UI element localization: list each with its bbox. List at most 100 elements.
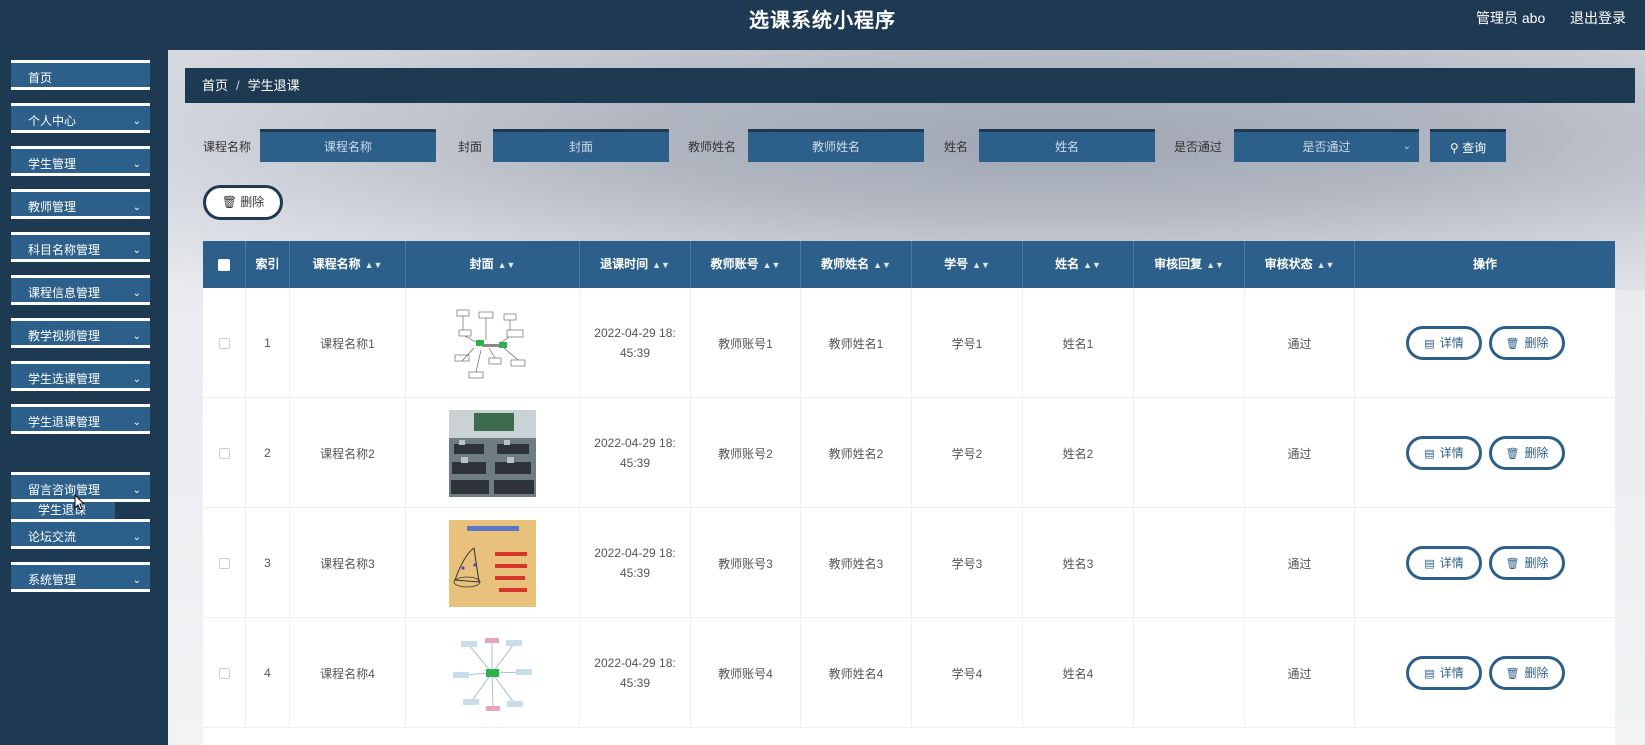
cover-cell <box>406 508 580 618</box>
header-teacher-name[interactable]: 教师姓名 ▲▼ <box>801 241 912 288</box>
delete-button[interactable]: 🗑 删除 <box>1489 546 1565 580</box>
sidebar-item-subject-management[interactable]: 科目名称管理 ⌄ <box>11 232 150 262</box>
chevron-down-icon: ⌄ <box>132 331 141 342</box>
cover-thumbnail-diagram[interactable] <box>449 299 536 387</box>
pass-select-value: 是否通过 <box>1302 140 1351 154</box>
chevron-down-icon: ⌄ <box>132 417 141 428</box>
sidebar-item-label: 学生管理 <box>28 157 77 171</box>
sidebar-item-course-withdrawal-management[interactable]: 学生退课管理 ⌄ <box>11 404 150 434</box>
sort-icon[interactable]: ▲▼ <box>652 260 670 270</box>
trash-icon: 🗑 <box>1505 558 1520 570</box>
delete-button[interactable]: 🗑 删除 <box>1489 436 1565 470</box>
name-input[interactable]: 姓名 <box>979 129 1155 162</box>
row-checkbox[interactable] <box>218 337 230 349</box>
detail-button[interactable]: ▤ 详情 <box>1406 546 1482 580</box>
trash-icon: 🗑 <box>221 195 237 209</box>
course-name-input[interactable]: 课程名称 <box>260 129 436 162</box>
cover-thumbnail-mindmap[interactable] <box>449 629 536 717</box>
sidebar-item-teacher-management[interactable]: 教师管理 ⌄ <box>11 189 150 219</box>
sort-icon[interactable]: ▲▼ <box>763 260 781 270</box>
chevron-down-icon: ⌄ <box>132 485 141 496</box>
row-checkbox[interactable] <box>218 557 230 569</box>
table-header: 索引 课程名称 ▲▼ 封面 ▲▼ 退课时间 ▲▼ 教师账号 ▲▼ 教师姓名 ▲▼ 学号 ▲▼… <box>203 241 1615 288</box>
withdraw-time-date: 2022-04-29 18: <box>594 436 676 450</box>
cover-input[interactable]: 封面 <box>493 129 669 162</box>
teacher-account-cell: 教师账号3 <box>691 508 801 618</box>
sidebar-item-home[interactable]: 首页 <box>11 60 150 90</box>
sort-icon[interactable]: ▲▼ <box>365 260 383 270</box>
header-review-status[interactable]: 审核状态 ▲▼ <box>1245 241 1355 288</box>
sidebar: 首页 个人中心 ⌄ 学生管理 ⌄ 教师管理 ⌄ 科目名称管理 ⌄ 课程信息管理 ⌄ 教学视… <box>0 50 168 745</box>
header-withdraw-time[interactable]: 退课时间 ▲▼ <box>580 241 691 288</box>
main-content: 首页 / 学生退课 课程名称 课程名称 封面 封面 教师姓名 教师姓名 姓名 姓名 … <box>168 50 1645 745</box>
cover-thumbnail-classroom[interactable] <box>449 409 536 497</box>
pass-select[interactable]: 是否通过 ⌄ <box>1234 129 1419 162</box>
bulk-delete-button[interactable]: 🗑 删除 <box>203 185 283 220</box>
cover-cell <box>406 618 580 728</box>
sort-icon[interactable]: ▲▼ <box>873 260 891 270</box>
detail-button[interactable]: ▤ 详情 <box>1406 326 1482 360</box>
chevron-down-icon: ⌄ <box>132 288 141 299</box>
breadcrumb-current: 学生退课 <box>247 78 300 93</box>
cover-thumbnail-math[interactable] <box>449 519 536 607</box>
sort-icon[interactable]: ▲▼ <box>498 260 516 270</box>
sidebar-item-personal-center[interactable]: 个人中心 ⌄ <box>11 103 150 133</box>
sidebar-item-label: 学生退课管理 <box>28 415 101 429</box>
header-name[interactable]: 姓名 ▲▼ <box>1023 241 1134 288</box>
breadcrumb-home[interactable]: 首页 <box>202 78 228 93</box>
sidebar-item-student-management[interactable]: 学生管理 ⌄ <box>11 146 150 176</box>
header-teacher-account[interactable]: 教师账号 ▲▼ <box>691 241 801 288</box>
teacher-name-cell: 教师姓名4 <box>801 618 912 728</box>
chevron-down-icon: ⌄ <box>132 116 141 127</box>
actions-cell: ▤ 详情 🗑 删除 <box>1355 398 1615 508</box>
sidebar-item-course-selection-management[interactable]: 学生选课管理 ⌄ <box>11 361 150 391</box>
sidebar-item-label: 论坛交流 <box>28 530 77 544</box>
select-all-checkbox[interactable] <box>218 259 230 271</box>
withdraw-time-rest: 45:39 <box>619 456 651 470</box>
header-review-status-label: 审核状态 <box>1264 257 1313 271</box>
header-student-no-label: 学号 <box>944 257 969 271</box>
header-student-no[interactable]: 学号 ▲▼ <box>912 241 1023 288</box>
chevron-down-icon: ⌄ <box>132 532 141 543</box>
sidebar-item-video-management[interactable]: 教学视频管理 ⌄ <box>11 318 150 348</box>
sidebar-item-course-info-management[interactable]: 课程信息管理 ⌄ <box>11 275 150 305</box>
sidebar-item-label: 科目名称管理 <box>28 243 101 257</box>
trash-icon: 🗑 <box>1505 668 1520 680</box>
detail-button-label: 详情 <box>1439 666 1464 680</box>
name-cell: 姓名4 <box>1023 618 1134 728</box>
withdraw-time-cell: 2022-04-29 18: 45:39 <box>580 398 691 508</box>
header-course-name[interactable]: 课程名称 ▲▼ <box>290 241 406 288</box>
detail-button[interactable]: ▤ 详情 <box>1406 436 1482 470</box>
header-review-reply-label: 审核回复 <box>1154 257 1203 271</box>
teacher-name-input[interactable]: 教师姓名 <box>748 129 924 162</box>
chevron-down-icon: ⌄ <box>132 374 141 385</box>
cover-cell <box>406 288 580 398</box>
withdraw-time-rest: 45:39 <box>619 566 651 580</box>
table-row: 4 课程名称4 2022-04-29 18: 45:39 教师账号4 教师姓名4 … <box>203 618 1615 728</box>
query-button[interactable]: ⚲ 查询 <box>1430 129 1506 162</box>
logout-link[interactable]: 退出登录 <box>1570 8 1626 28</box>
withdraw-time-date: 2022-04-29 18: <box>594 656 676 670</box>
header-review-reply[interactable]: 审核回复 ▲▼ <box>1134 241 1245 288</box>
row-select-cell <box>203 398 246 508</box>
teacher-account-cell: 教师账号1 <box>691 288 801 398</box>
delete-button[interactable]: 🗑 删除 <box>1489 326 1565 360</box>
row-checkbox[interactable] <box>218 447 230 459</box>
header-index: 索引 <box>246 241 290 288</box>
admin-user-label: 管理员 abo <box>1476 10 1546 26</box>
sort-icon[interactable]: ▲▼ <box>1317 260 1335 270</box>
sort-icon[interactable]: ▲▼ <box>1083 260 1101 270</box>
course-name-cell: 课程名称4 <box>290 618 406 728</box>
row-checkbox[interactable] <box>218 667 230 679</box>
app-title: 选课系统小程序 <box>749 10 896 32</box>
teacher-name-cell: 教师姓名3 <box>801 508 912 618</box>
sort-icon[interactable]: ▲▼ <box>1206 260 1224 270</box>
sort-icon[interactable]: ▲▼ <box>972 260 990 270</box>
sidebar-item-forum[interactable]: 论坛交流 ⌄ <box>11 519 150 549</box>
header-cover[interactable]: 封面 ▲▼ <box>406 241 580 288</box>
detail-button[interactable]: ▤ 详情 <box>1406 656 1482 690</box>
student-no-cell: 学号1 <box>912 288 1023 398</box>
delete-button[interactable]: 🗑 删除 <box>1489 656 1565 690</box>
sidebar-item-system-management[interactable]: 系统管理 ⌄ <box>11 562 150 592</box>
actions-cell: ▤ 详情 🗑 删除 <box>1355 288 1615 398</box>
